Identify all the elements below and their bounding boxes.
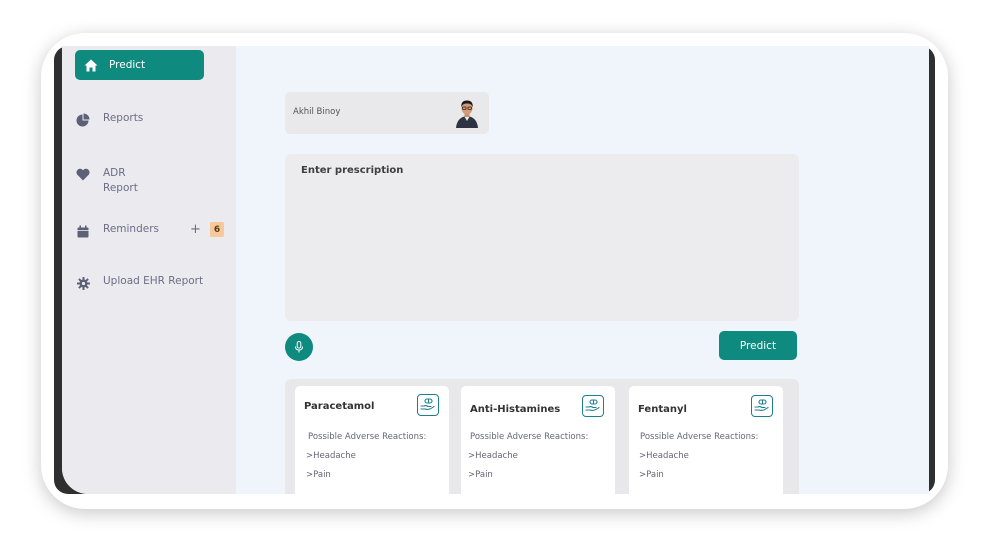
reactions-label: Possible Adverse Reactions: xyxy=(308,432,427,442)
sidebar-item-label: Predict xyxy=(109,59,146,71)
calendar-icon xyxy=(75,224,91,238)
app-screen: Predict Reports ADR Report Reminders + 6… xyxy=(62,46,929,494)
user-name: Akhil Binoy xyxy=(293,107,341,117)
microphone-button[interactable] xyxy=(285,333,313,361)
drug-name: Paracetamol xyxy=(304,401,375,412)
reaction-item: >Pain xyxy=(468,470,493,480)
sidebar-item-label: ADR Report xyxy=(103,166,138,196)
predict-button[interactable]: Predict xyxy=(719,331,797,360)
heart-icon xyxy=(75,167,91,181)
avatar xyxy=(453,98,481,128)
sidebar-item-label: Upload EHR Report xyxy=(103,275,204,287)
result-card: Fentanyl Possible Adverse Reactions: >He… xyxy=(629,386,783,494)
reaction-item: >Pain xyxy=(639,470,664,480)
sidebar-item-label: Reminders xyxy=(103,223,159,235)
prescription-label: Enter prescription xyxy=(301,165,404,176)
result-card: Anti-Histamines Possible Adverse Reactio… xyxy=(461,386,615,494)
sidebar-item-predict[interactable]: Predict xyxy=(75,50,204,80)
gear-icon xyxy=(75,276,91,290)
user-card[interactable]: Akhil Binoy xyxy=(285,92,489,134)
reaction-item: >Headache xyxy=(306,451,356,461)
sidebar-item-reminders[interactable]: Reminders + 6 xyxy=(75,222,225,238)
reaction-item: >Pain xyxy=(306,470,331,480)
reminder-count-badge: 6 xyxy=(210,222,224,237)
reactions-label: Possible Adverse Reactions: xyxy=(470,432,589,442)
results-panel: Paracetamol Possible Adverse Reactions: … xyxy=(285,379,799,494)
sidebar: Predict Reports ADR Report Reminders + 6… xyxy=(62,46,236,494)
medicine-hand-icon[interactable] xyxy=(417,394,439,416)
microphone-icon xyxy=(294,338,304,357)
sidebar-item-reports[interactable]: Reports xyxy=(75,112,203,127)
prescription-input[interactable]: Enter prescription xyxy=(285,154,799,321)
sidebar-item-upload-ehr[interactable]: Upload EHR Report xyxy=(75,275,225,290)
sidebar-item-adr-report[interactable]: ADR Report xyxy=(75,166,203,196)
reaction-item: >Headache xyxy=(639,451,689,461)
sidebar-item-label-line1: ADR xyxy=(103,167,126,179)
medicine-hand-icon[interactable] xyxy=(582,395,604,417)
pie-chart-icon xyxy=(75,113,91,127)
drug-name: Anti-Histamines xyxy=(470,404,561,415)
sidebar-item-label-line2: Report xyxy=(103,182,138,194)
reactions-label: Possible Adverse Reactions: xyxy=(640,432,759,442)
result-card: Paracetamol Possible Adverse Reactions: … xyxy=(295,386,449,494)
drug-name: Fentanyl xyxy=(638,404,687,415)
medicine-hand-icon[interactable] xyxy=(751,395,773,417)
home-icon xyxy=(83,58,99,72)
sidebar-item-label: Reports xyxy=(103,112,144,124)
add-reminder-button[interactable]: + xyxy=(190,223,201,237)
reaction-item: >Headache xyxy=(468,451,518,461)
